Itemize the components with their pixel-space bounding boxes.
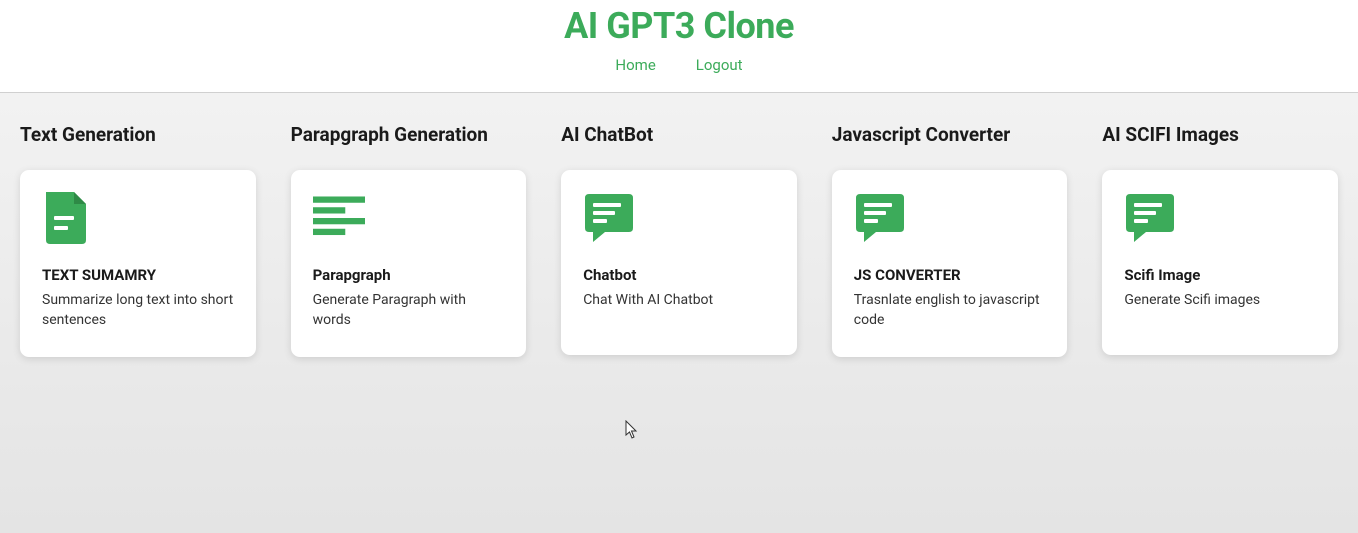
card-description: Generate Scifi images — [1124, 290, 1316, 310]
card-description: Summarize long text into short sentences — [42, 290, 234, 331]
app-title: AI GPT3 Clone — [0, 5, 1358, 47]
card-description: Chat With AI Chatbot — [583, 290, 775, 310]
main-content: Text Generation TEXT SUMAMRY Summarize l… — [0, 93, 1358, 533]
section-ai-chatbot: AI ChatBot Chatbot Chat With AI Chatbot — [561, 123, 797, 357]
card-title: Chatbot — [583, 266, 775, 284]
nav-bar: Home Logout — [0, 55, 1358, 74]
paragraph-lines-icon — [313, 192, 365, 244]
section-heading: Parapgraph Generation — [291, 123, 527, 146]
card-title: Parapgraph — [313, 266, 505, 284]
section-paragraph-generation: Parapgraph Generation Parapgraph Generat… — [291, 123, 527, 357]
nav-home-link[interactable]: Home — [615, 56, 655, 74]
section-heading: AI ChatBot — [561, 123, 797, 146]
nav-logout-link[interactable]: Logout — [696, 56, 743, 74]
card-title: Scifi Image — [1124, 266, 1316, 284]
chat-bubble-icon — [1124, 192, 1176, 244]
card-description: Generate Paragraph with words — [313, 290, 505, 331]
section-js-converter: Javascript Converter JS CONVERTER Trasnl… — [832, 123, 1068, 357]
card-scifi-image[interactable]: Scifi Image Generate Scifi images — [1102, 170, 1338, 355]
card-chatbot[interactable]: Chatbot Chat With AI Chatbot — [561, 170, 797, 355]
feature-sections: Text Generation TEXT SUMAMRY Summarize l… — [20, 123, 1338, 357]
section-heading: AI SCIFI Images — [1102, 123, 1338, 146]
section-text-generation: Text Generation TEXT SUMAMRY Summarize l… — [20, 123, 256, 357]
card-text-summary[interactable]: TEXT SUMAMRY Summarize long text into sh… — [20, 170, 256, 357]
section-heading: Text Generation — [20, 123, 256, 146]
chat-bubble-icon — [583, 192, 635, 244]
card-js-converter[interactable]: JS CONVERTER Trasnlate english to javasc… — [832, 170, 1068, 357]
chat-bubble-icon — [854, 192, 906, 244]
section-scifi-images: AI SCIFI Images Scifi Image Generate Sci… — [1102, 123, 1338, 357]
card-paragraph[interactable]: Parapgraph Generate Paragraph with words — [291, 170, 527, 357]
card-description: Trasnlate english to javascript code — [854, 290, 1046, 331]
app-header: AI GPT3 Clone Home Logout — [0, 0, 1358, 84]
document-icon — [42, 192, 94, 244]
card-title: TEXT SUMAMRY — [42, 266, 234, 284]
section-heading: Javascript Converter — [832, 123, 1068, 146]
card-title: JS CONVERTER — [854, 266, 1046, 284]
